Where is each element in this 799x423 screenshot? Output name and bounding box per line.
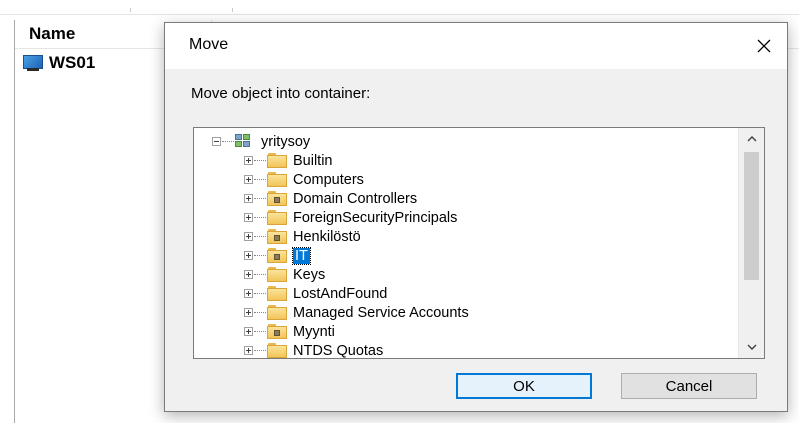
ok-button[interactable]: OK	[456, 373, 592, 399]
tree-node-keys[interactable]: Keys	[244, 265, 325, 284]
domain-icon	[235, 133, 255, 150]
folder-icon	[267, 210, 287, 225]
tree-connector	[254, 349, 266, 352]
tree-node-ntds-quotas[interactable]: NTDS Quotas	[244, 341, 383, 358]
scroll-thumb[interactable]	[744, 152, 759, 280]
top-column-strip	[0, 0, 799, 15]
tree-connector	[254, 311, 266, 314]
tree-node-lost-and-found[interactable]: LostAndFound	[244, 284, 387, 303]
tree-connector	[254, 292, 266, 295]
expand-icon[interactable]	[244, 346, 253, 355]
tree-connector	[254, 254, 266, 257]
ou-folder-icon	[267, 248, 287, 263]
tree-node-label: Myynti	[293, 323, 335, 340]
tree-connector	[254, 273, 266, 276]
collapse-icon[interactable]	[212, 137, 221, 146]
tree-node-label: Managed Service Accounts	[293, 304, 469, 321]
tree-node-label: Builtin	[293, 152, 333, 169]
tree-node-label: Keys	[293, 266, 326, 283]
ou-folder-icon	[267, 324, 287, 339]
column-tick	[232, 8, 233, 12]
close-icon	[757, 39, 771, 53]
tree-node-foreign-security-principals[interactable]: ForeignSecurityPrincipals	[244, 208, 457, 227]
tree-connector	[254, 330, 266, 333]
folder-icon	[267, 286, 287, 301]
tree-node-myynti[interactable]: Myynti	[244, 322, 335, 341]
tree-connector	[254, 216, 266, 219]
tree-connector	[254, 178, 266, 181]
dialog-title: Move	[189, 36, 229, 53]
vertical-scrollbar[interactable]	[738, 128, 764, 358]
tree-node-root[interactable]: yritysoy	[212, 132, 310, 151]
tree-node-it[interactable]: IT	[244, 246, 311, 265]
expand-icon[interactable]	[244, 194, 253, 203]
tree-node-label: yritysoy	[261, 133, 311, 150]
move-dialog: Move Move object into container: yrityso…	[164, 22, 788, 412]
tree-node-label: Domain Controllers	[293, 190, 418, 207]
dialog-prompt: Move object into container:	[191, 85, 371, 102]
tree-connector	[254, 159, 266, 162]
chevron-down-icon	[747, 344, 756, 350]
tree-node-henkilosto[interactable]: Henkilöstö	[244, 227, 361, 246]
chevron-up-icon	[747, 136, 756, 142]
close-button[interactable]	[741, 23, 787, 69]
tree-connector	[254, 235, 266, 238]
folder-icon	[267, 305, 287, 320]
expand-icon[interactable]	[244, 251, 253, 260]
ou-folder-icon	[267, 191, 287, 206]
ou-folder-icon	[267, 229, 287, 244]
tree-node-domain-controllers[interactable]: Domain Controllers	[244, 189, 417, 208]
column-tick	[130, 8, 131, 12]
expand-icon[interactable]	[244, 327, 253, 336]
expand-icon[interactable]	[244, 156, 253, 165]
dialog-client-area: Move object into container: yritysoy Bui…	[165, 69, 787, 411]
tree-viewport: yritysoy Builtin Computers Domain Contro…	[194, 128, 738, 358]
expand-icon[interactable]	[244, 289, 253, 298]
column-header-name[interactable]: Name	[29, 24, 75, 44]
scroll-up-button[interactable]	[739, 128, 764, 150]
folder-icon	[267, 153, 287, 168]
dialog-titlebar[interactable]: Move	[165, 23, 787, 69]
expand-icon[interactable]	[244, 270, 253, 279]
list-item-label: WS01	[49, 53, 96, 72]
expand-icon[interactable]	[244, 175, 253, 184]
computer-icon	[21, 55, 45, 71]
tree-node-label: ForeignSecurityPrincipals	[293, 209, 458, 226]
tree-connector	[222, 140, 234, 143]
tree-node-label: Computers	[293, 171, 364, 188]
list-item[interactable]: WS01	[21, 52, 95, 74]
tree-node-label: Henkilöstö	[293, 228, 361, 245]
expand-icon[interactable]	[244, 213, 253, 222]
scroll-down-button[interactable]	[739, 336, 764, 358]
tree-node-builtin[interactable]: Builtin	[244, 151, 333, 170]
tree-node-label: NTDS Quotas	[293, 342, 384, 359]
tree-node-label-selected: IT	[292, 246, 311, 265]
container-tree[interactable]: yritysoy Builtin Computers Domain Contro…	[193, 127, 765, 359]
tree-connector	[254, 197, 266, 200]
tree-node-computers[interactable]: Computers	[244, 170, 364, 189]
cancel-button[interactable]: Cancel	[621, 373, 757, 399]
tree-node-managed-service-accounts[interactable]: Managed Service Accounts	[244, 303, 469, 322]
folder-icon	[267, 343, 287, 358]
expand-icon[interactable]	[244, 232, 253, 241]
expand-icon[interactable]	[244, 308, 253, 317]
tree-node-label: LostAndFound	[293, 285, 388, 302]
folder-icon	[267, 267, 287, 282]
folder-icon	[267, 172, 287, 187]
